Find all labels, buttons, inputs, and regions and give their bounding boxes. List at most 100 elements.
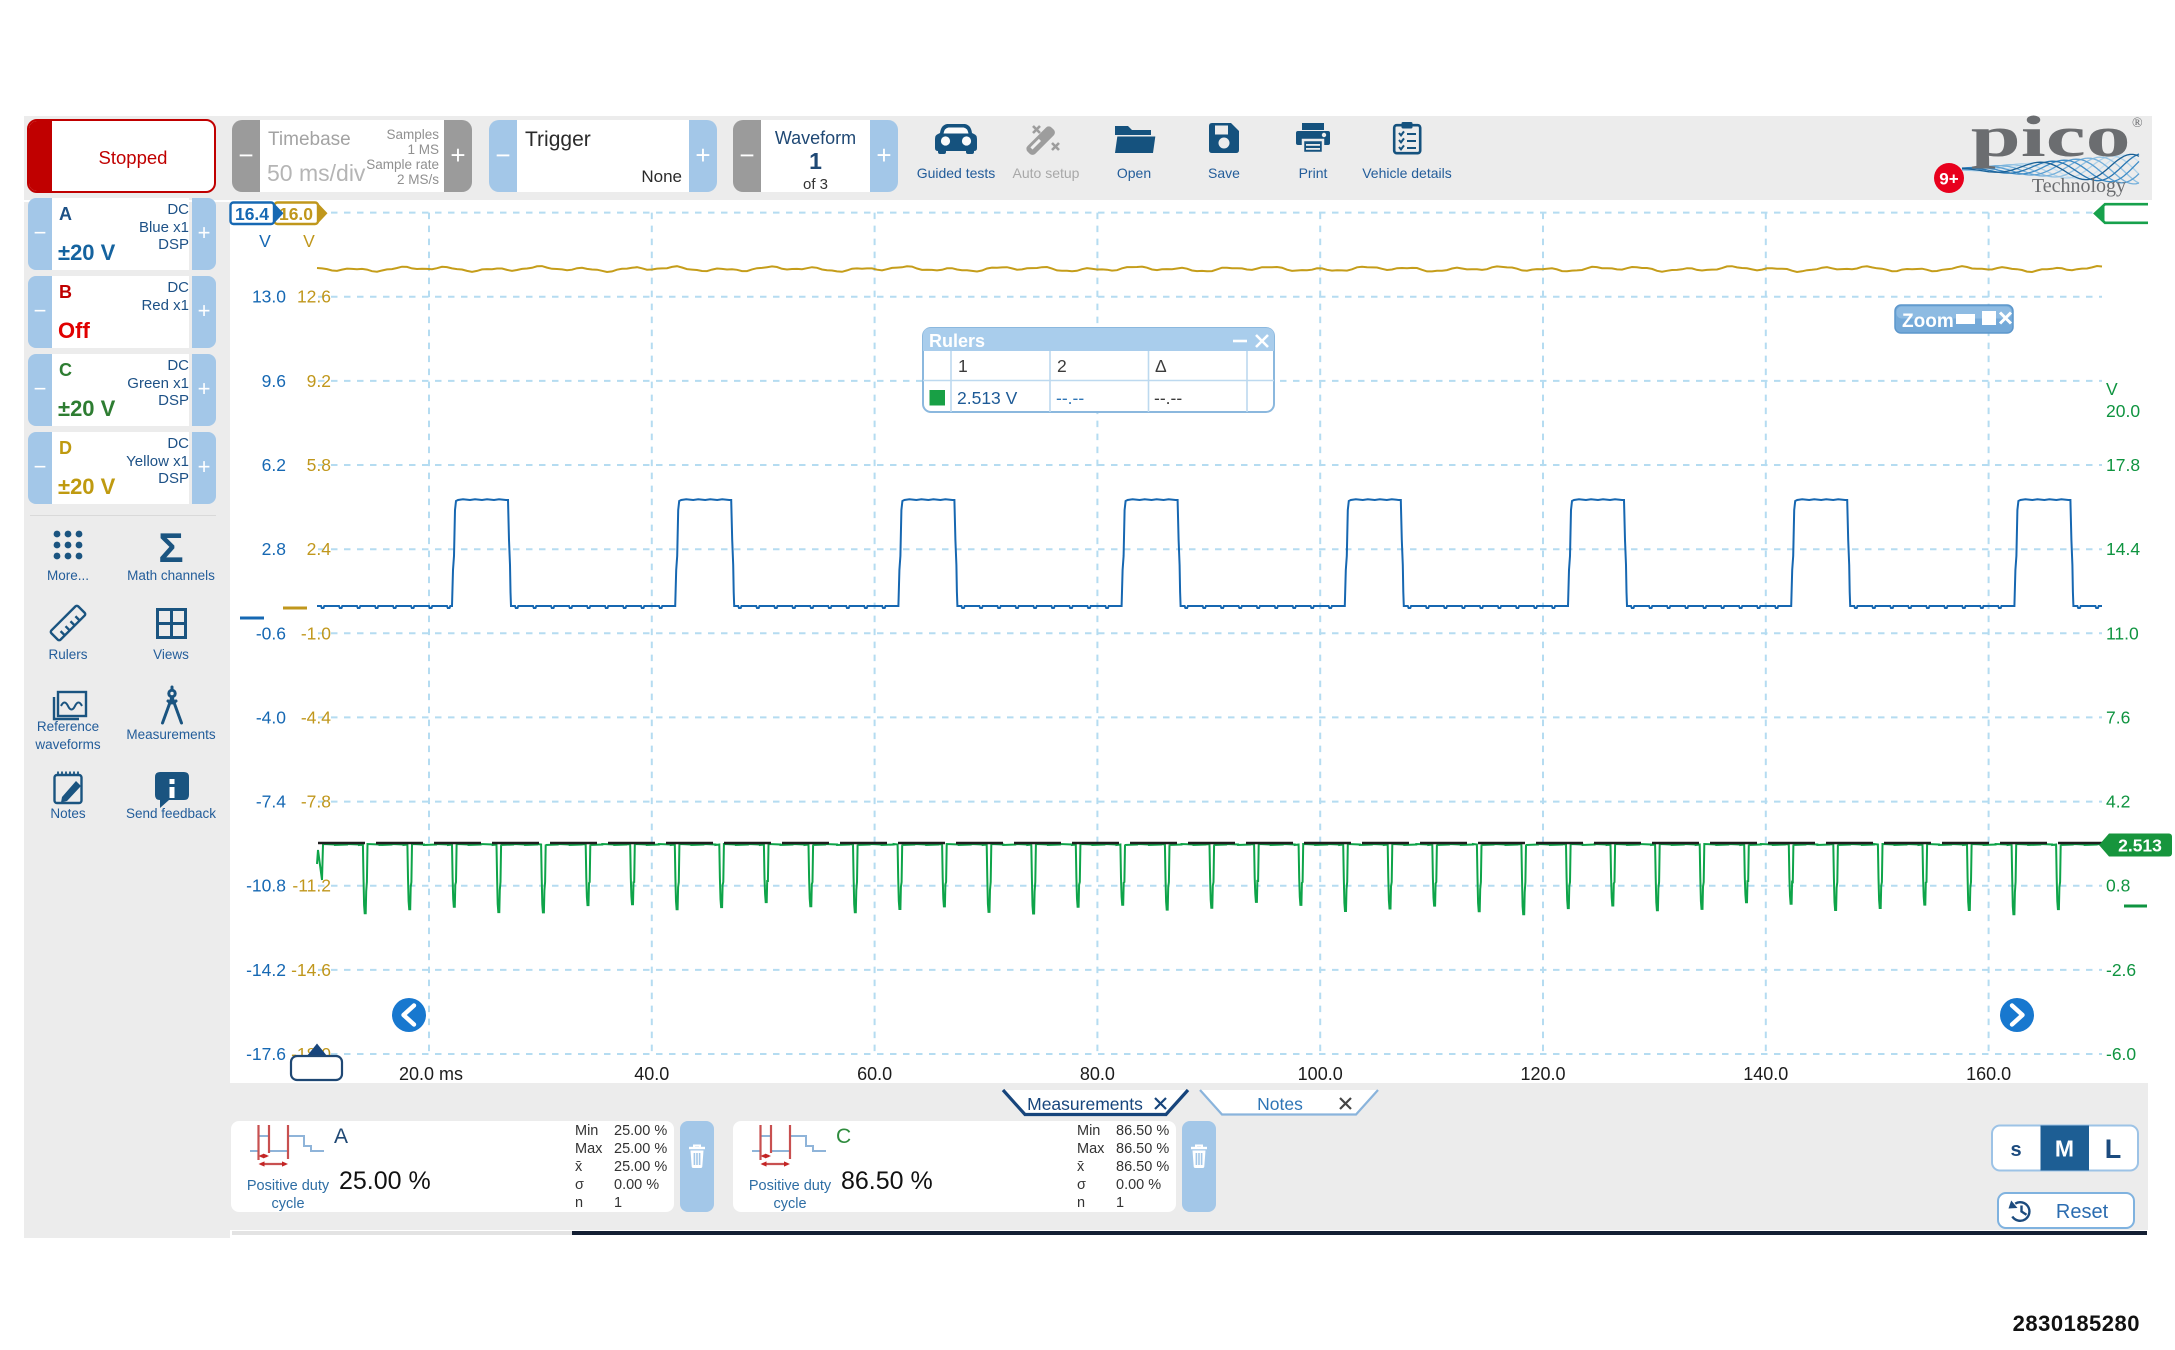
svg-text:Rulers: Rulers — [48, 647, 87, 662]
svg-text:-4.0: -4.0 — [256, 707, 286, 727]
svg-text:Δ: Δ — [1155, 356, 1167, 376]
svg-text:V: V — [2106, 379, 2118, 399]
svg-text:Save: Save — [1208, 165, 1240, 181]
svg-text:Reset: Reset — [2056, 1201, 2109, 1223]
svg-text:2.513: 2.513 — [2118, 836, 2162, 856]
svg-text:2.4: 2.4 — [307, 539, 332, 559]
svg-text:2.513 V: 2.513 V — [957, 388, 1018, 408]
svg-text:-4.4: -4.4 — [301, 707, 331, 727]
svg-text:25.00 %: 25.00 % — [339, 1167, 431, 1195]
svg-text:cycle: cycle — [773, 1196, 806, 1212]
svg-text:60.0: 60.0 — [857, 1064, 892, 1084]
svg-text:®: ® — [2132, 116, 2143, 131]
svg-text:s: s — [2010, 1139, 2021, 1161]
svg-text:Positive duty: Positive duty — [749, 1178, 832, 1194]
svg-text:40.0: 40.0 — [634, 1064, 669, 1084]
svg-text:6.2: 6.2 — [262, 455, 286, 475]
svg-text:Math channels: Math channels — [127, 568, 215, 583]
svg-text:100.0: 100.0 — [1298, 1064, 1343, 1084]
svg-text:-0.6: -0.6 — [256, 623, 286, 643]
svg-text:0.00 %: 0.00 % — [1116, 1177, 1161, 1193]
svg-text:86.50 %: 86.50 % — [1116, 1159, 1169, 1175]
svg-text:Vehicle details: Vehicle details — [1362, 165, 1452, 181]
svg-text:25.00 %: 25.00 % — [614, 1159, 667, 1175]
svg-text:--.--: --.-- — [1056, 388, 1084, 408]
svg-text:9.2: 9.2 — [307, 371, 331, 391]
svg-text:140.0: 140.0 — [1743, 1064, 1788, 1084]
svg-text:V: V — [259, 231, 271, 251]
svg-text:n: n — [575, 1195, 583, 1211]
svg-text:0.00 %: 0.00 % — [614, 1177, 659, 1193]
svg-text:σ: σ — [1077, 1177, 1086, 1193]
svg-text:A: A — [334, 1125, 348, 1148]
svg-text:9+: 9+ — [1939, 170, 1958, 189]
svg-text:160.0: 160.0 — [1966, 1064, 2011, 1084]
svg-text:Print: Print — [1299, 165, 1328, 181]
svg-text:20.0: 20.0 — [2106, 401, 2140, 421]
svg-text:More...: More... — [47, 568, 89, 583]
svg-text:20.0 ms: 20.0 ms — [399, 1064, 463, 1084]
svg-text:5.8: 5.8 — [307, 455, 331, 475]
svg-text:25.00 %: 25.00 % — [614, 1141, 667, 1157]
svg-text:-14.6: -14.6 — [291, 960, 331, 980]
svg-text:Positive duty: Positive duty — [247, 1178, 330, 1194]
svg-text:Auto setup: Auto setup — [1013, 165, 1080, 181]
svg-text:25.00 %: 25.00 % — [614, 1123, 667, 1139]
svg-text:Notes: Notes — [50, 806, 86, 821]
svg-text:86.50 %: 86.50 % — [1116, 1123, 1169, 1139]
svg-text:Min: Min — [575, 1123, 598, 1139]
svg-text:1: 1 — [614, 1195, 622, 1211]
svg-text:1: 1 — [958, 356, 968, 376]
svg-text:-17.6: -17.6 — [246, 1044, 286, 1064]
svg-text:2.8: 2.8 — [262, 539, 286, 559]
svg-text:Measurements: Measurements — [126, 727, 216, 742]
svg-text:Max: Max — [1077, 1141, 1105, 1157]
svg-text:Max: Max — [575, 1141, 603, 1157]
svg-text:4.2: 4.2 — [2106, 792, 2130, 812]
svg-text:waveforms: waveforms — [34, 737, 101, 752]
svg-text:-14.2: -14.2 — [246, 960, 286, 980]
svg-text:n: n — [1077, 1195, 1085, 1211]
svg-text:Rulers: Rulers — [929, 331, 985, 351]
svg-text:0.8: 0.8 — [2106, 876, 2130, 896]
svg-text:-7.8: -7.8 — [301, 792, 331, 812]
svg-text:M: M — [2055, 1136, 2074, 1162]
svg-text:-2.6: -2.6 — [2106, 960, 2136, 980]
svg-text:pico: pico — [1971, 105, 2131, 169]
svg-text:Views: Views — [153, 647, 189, 662]
svg-text:1: 1 — [1116, 1195, 1124, 1211]
svg-text:7.6: 7.6 — [2106, 707, 2130, 727]
svg-text:Min: Min — [1077, 1123, 1100, 1139]
svg-text:17.8: 17.8 — [2106, 455, 2140, 475]
svg-text:11.0: 11.0 — [2106, 623, 2139, 643]
svg-text:x̄: x̄ — [575, 1159, 583, 1175]
svg-text:Technology: Technology — [2032, 175, 2126, 197]
svg-text:12.6: 12.6 — [297, 287, 331, 307]
svg-text:9.6: 9.6 — [262, 371, 286, 391]
svg-text:cycle: cycle — [271, 1196, 304, 1212]
svg-text:C: C — [836, 1125, 851, 1148]
svg-text:Send feedback: Send feedback — [126, 806, 216, 821]
svg-text:13.0: 13.0 — [252, 287, 286, 307]
svg-text:Reference: Reference — [37, 719, 99, 734]
svg-text:80.0: 80.0 — [1080, 1064, 1115, 1084]
svg-text:120.0: 120.0 — [1520, 1064, 1565, 1084]
svg-text:L: L — [2105, 1134, 2122, 1164]
svg-text:Notes: Notes — [1257, 1094, 1303, 1114]
svg-text:16.4: 16.4 — [235, 204, 269, 224]
svg-text:-7.4: -7.4 — [256, 792, 286, 812]
svg-text:2: 2 — [1057, 356, 1067, 376]
svg-text:14.4: 14.4 — [2106, 539, 2140, 559]
svg-text:σ: σ — [575, 1177, 584, 1193]
svg-text:-11.2: -11.2 — [292, 876, 331, 896]
svg-text:V: V — [303, 231, 315, 251]
svg-text:86.50 %: 86.50 % — [841, 1167, 933, 1195]
svg-text:--.--: --.-- — [1154, 388, 1182, 408]
svg-text:86.50 %: 86.50 % — [1116, 1141, 1169, 1157]
svg-text:-10.8: -10.8 — [246, 876, 286, 896]
svg-text:Σ: Σ — [158, 524, 183, 571]
svg-text:16.0: 16.0 — [279, 204, 313, 224]
svg-text:Guided tests: Guided tests — [917, 165, 996, 181]
svg-text:Zoom: Zoom — [1902, 311, 1954, 332]
svg-text:-1.0: -1.0 — [301, 623, 331, 643]
